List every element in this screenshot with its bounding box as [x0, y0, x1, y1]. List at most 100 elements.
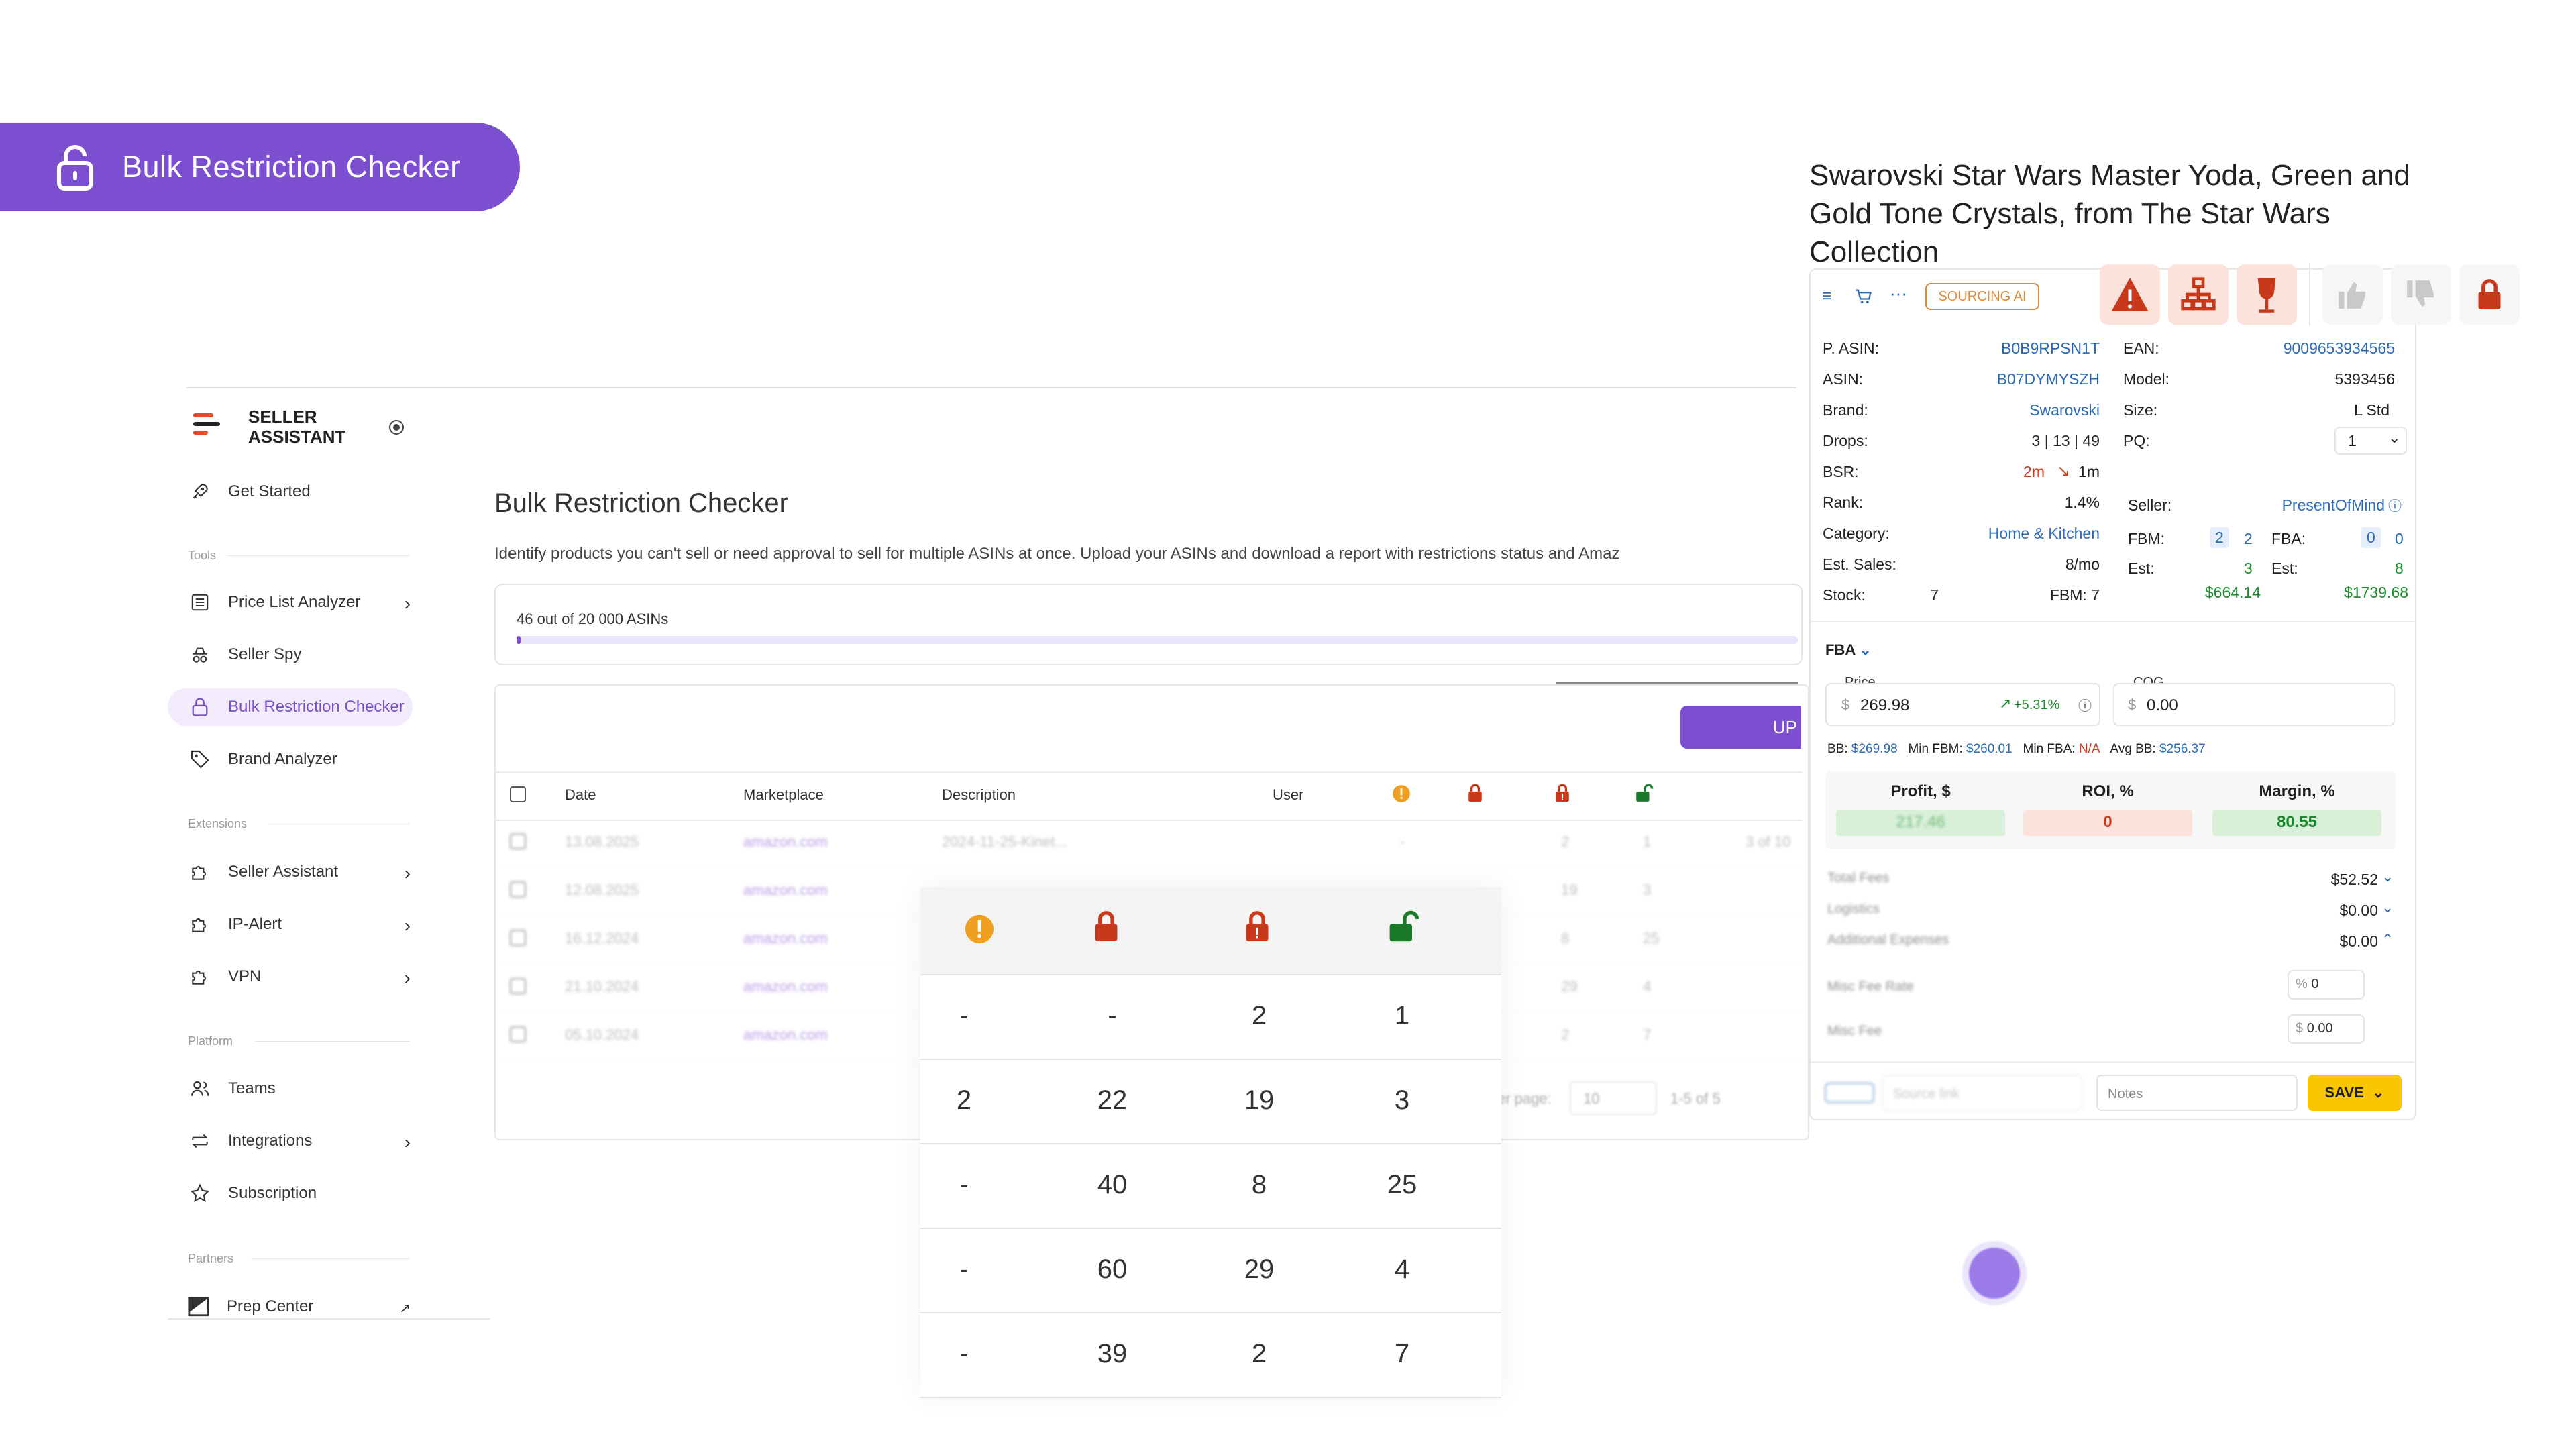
col-date[interactable]: Date	[565, 786, 596, 804]
chevron-down-icon: ⌄	[1859, 641, 1872, 658]
sidebar-item-seller-assistant[interactable]: Seller Assistant ›	[168, 853, 416, 891]
row-value: 29	[1561, 978, 1578, 995]
fulfillment-select[interactable]: FBA ⌄	[1825, 641, 1872, 659]
thumbs-up-icon[interactable]	[2322, 264, 2383, 325]
sidebar-item-seller-spy[interactable]: Seller Spy	[168, 636, 416, 674]
brand-value[interactable]: Swarovski	[1945, 401, 2100, 419]
select-all-checkbox[interactable]	[510, 786, 526, 802]
sidebar-item-get-started[interactable]: Get Started	[168, 473, 416, 511]
brand-line-1: SELLER	[248, 407, 317, 427]
row-checkbox[interactable]	[510, 833, 526, 849]
app-frame-top-border	[186, 387, 1796, 388]
cell-approval: 19	[1244, 1085, 1275, 1115]
misc-fee-value: $ 0.00	[2296, 1021, 2333, 1036]
alert-triangle-icon[interactable]	[2100, 264, 2160, 325]
fbm-count-value: 2	[2244, 530, 2253, 547]
model-value: 5393456	[2334, 370, 2395, 388]
thumbs-down-icon[interactable]	[2391, 264, 2451, 325]
list-icon	[186, 589, 213, 616]
divider	[228, 555, 409, 556]
toggle-switch[interactable]	[1825, 1083, 1874, 1103]
chevron-down-icon[interactable]: ⌄	[2381, 899, 2394, 916]
additional-expenses-value: $0.00	[2339, 932, 2378, 950]
margin-label: Margin, %	[2259, 782, 2335, 800]
restricted-lock-icon[interactable]	[2459, 264, 2520, 325]
table-header	[494, 771, 1803, 821]
lock-alert-icon	[1246, 911, 1269, 941]
cell-warning: 2	[956, 1085, 972, 1115]
fragile-glass-icon[interactable]	[2237, 264, 2297, 325]
misc-fee-label: Misc Fee	[1827, 1024, 1882, 1038]
upload-button[interactable]: UP	[1680, 706, 1801, 749]
sidebar-item-ip-alert[interactable]: IP-Alert ›	[168, 906, 416, 943]
sidebar-item-label: Bulk Restriction Checker	[228, 698, 405, 716]
brand-name: SELLER ASSISTANT	[248, 407, 345, 447]
sidebar-item-vpn[interactable]: VPN ›	[168, 958, 416, 996]
est-fbm-label: Est:	[2128, 559, 2155, 577]
cell-restricted: 22	[1097, 1085, 1128, 1115]
p-asin-value[interactable]: B0B9RPSN1T	[1945, 339, 2100, 358]
sourcing-ai-button[interactable]: SOURCING AI	[1925, 283, 2039, 310]
unlock-green-icon	[1636, 784, 1654, 802]
row-marketplace[interactable]: amazon.com	[743, 881, 828, 899]
sidebar-item-subscription[interactable]: Subscription	[168, 1175, 416, 1212]
col-marketplace[interactable]: Marketplace	[743, 786, 824, 804]
chevron-up-icon[interactable]: ⌃	[2381, 931, 2394, 949]
ean-value[interactable]: 9009653934565	[2214, 339, 2395, 358]
sidebar-item-teams[interactable]: Teams	[168, 1070, 416, 1108]
chevron-down-icon: ⌄	[2388, 429, 2401, 446]
sidebar-item-integrations[interactable]: Integrations ›	[168, 1122, 416, 1160]
chevron-right-icon: ›	[404, 967, 411, 988]
sidebar-item-brand-analyzer[interactable]: Brand Analyzer	[168, 741, 416, 778]
theme-toggle[interactable]	[389, 420, 404, 435]
seller-value[interactable]: PresentOfMind	[2214, 496, 2385, 515]
search-listing-icon[interactable]: ≡	[1822, 287, 1831, 306]
row-marketplace[interactable]: amazon.com	[743, 833, 828, 851]
row-marketplace[interactable]: amazon.com	[743, 930, 828, 947]
puzzle-icon	[186, 859, 213, 885]
sidebar-item-bulk-restriction-checker[interactable]: Bulk Restriction Checker	[168, 688, 413, 726]
row-marketplace[interactable]: amazon.com	[743, 978, 828, 996]
asin-value[interactable]: B07DYMYSZH	[1945, 370, 2100, 388]
info-icon[interactable]: ⓘ	[2388, 495, 2402, 515]
quota-progress-fill	[517, 636, 521, 644]
table-row[interactable]: 13.08.2025 amazon.com 2024-11-25-Kinet..…	[494, 818, 1803, 867]
row-checkbox[interactable]	[510, 978, 526, 994]
sidebar-item-label: Price List Analyzer	[228, 593, 361, 611]
chevron-right-icon: ›	[404, 593, 411, 614]
save-button[interactable]: SAVE ⌄	[2308, 1075, 2402, 1111]
col-user[interactable]: User	[1273, 786, 1303, 804]
hierarchy-icon[interactable]	[2168, 264, 2229, 325]
chevron-right-icon: ›	[404, 863, 411, 883]
cog-currency: $	[2128, 696, 2137, 713]
row-checkbox[interactable]	[510, 881, 526, 898]
more-icon[interactable]: ···	[1890, 283, 1907, 304]
lock-icon	[186, 694, 213, 720]
sidebar-item-prep-center[interactable]: Prep Center ↗	[168, 1288, 416, 1326]
lock-alert-icon	[1556, 784, 1569, 802]
est-sales-value: 8/mo	[2065, 555, 2100, 573]
roi-value: 0	[2103, 813, 2112, 831]
row-checkbox[interactable]	[510, 930, 526, 946]
sidebar-bottom-divider	[168, 1318, 490, 1320]
trend-up-icon: ↗	[1999, 695, 2012, 712]
arrows-icon	[186, 1128, 213, 1155]
chevron-down-icon[interactable]: ⌄	[2381, 868, 2394, 885]
cell-approval: 8	[1251, 1170, 1267, 1199]
row-description: 2024-11-25-Kinet...	[942, 833, 1067, 850]
info-icon[interactable]: ⓘ	[2078, 695, 2092, 714]
row-checkbox[interactable]	[510, 1026, 526, 1042]
zoomed-table-row: - 60 29 4	[920, 1228, 1501, 1313]
bb-label: BB:	[1827, 742, 1848, 756]
chat-launcher-button[interactable]	[1969, 1248, 2020, 1299]
pq-label: PQ:	[2123, 432, 2150, 449]
cart-icon[interactable]	[1854, 287, 1873, 306]
col-description[interactable]: Description	[942, 786, 1016, 804]
section-partners-label: Partners	[188, 1252, 234, 1265]
sidebar-item-price-list-analyzer[interactable]: Price List Analyzer ›	[168, 584, 416, 621]
stock-value: 7	[1930, 586, 1939, 604]
drops-label: Drops:	[1823, 432, 1868, 449]
row-marketplace[interactable]: amazon.com	[743, 1026, 828, 1044]
section-tools-label: Tools	[188, 549, 217, 562]
category-value[interactable]: Home & Kitchen	[1945, 525, 2100, 543]
